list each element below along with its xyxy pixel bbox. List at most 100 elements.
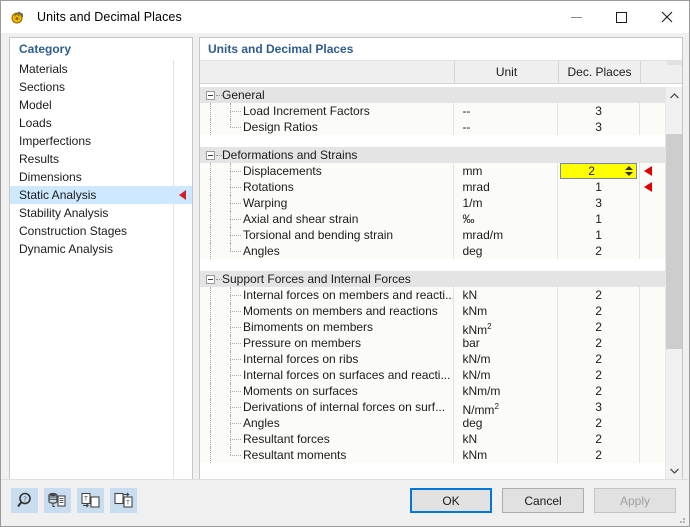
resize-grip[interactable] <box>676 514 686 524</box>
row-dec-places-cell[interactable]: 2 <box>558 287 640 303</box>
row-unit-cell[interactable]: -- <box>454 103 558 119</box>
scrollbar-thumb[interactable] <box>666 134 682 349</box>
column-header-unit[interactable]: Unit <box>455 61 559 83</box>
maximize-button[interactable] <box>599 1 644 33</box>
row-unit-cell[interactable]: kN <box>454 287 558 303</box>
row-unit-cell[interactable]: kNm/m <box>454 383 558 399</box>
dec-places-stepper[interactable]: 2 <box>560 163 637 179</box>
ok-button[interactable]: OK <box>410 488 492 513</box>
row-name-cell[interactable]: Derivations of internal forces on surf..… <box>200 399 454 415</box>
table-row[interactable]: Moments on surfaceskNm/m2 <box>200 383 666 399</box>
stepper-arrows-icon[interactable] <box>622 164 636 178</box>
import-units-icon[interactable]: T <box>77 488 104 513</box>
row-dec-places-cell[interactable]: 2 <box>558 447 640 463</box>
row-dec-places-cell[interactable]: 1 <box>558 227 640 243</box>
row-unit-cell[interactable]: mrad <box>454 179 558 195</box>
table-row[interactable]: Pressure on membersbar2 <box>200 335 666 351</box>
row-name-cell[interactable]: Internal forces on surfaces and reacti..… <box>200 367 454 383</box>
row-name-cell[interactable]: Axial and shear strain <box>200 211 454 227</box>
table-row[interactable]: Moments on members and reactionskNm2 <box>200 303 666 319</box>
sidebar-item-imperfections[interactable]: Imperfections <box>10 132 192 150</box>
row-dec-places-cell[interactable]: 2 <box>558 351 640 367</box>
row-dec-places-cell[interactable]: 2 <box>558 319 640 335</box>
sidebar-item-dimensions[interactable]: Dimensions <box>10 168 192 186</box>
group-row[interactable]: Support Forces and Internal Forces <box>200 271 666 287</box>
row-unit-cell[interactable]: bar <box>454 335 558 351</box>
row-dec-places-cell[interactable]: 1 <box>558 211 640 227</box>
sidebar-item-sections[interactable]: Sections <box>10 78 192 96</box>
close-icon[interactable] <box>644 1 689 33</box>
table-row[interactable]: Warping1/m3 <box>200 195 666 211</box>
row-dec-places-cell[interactable]: 3 <box>558 195 640 211</box>
scroll-down-arrow-icon[interactable] <box>666 462 682 479</box>
row-name-cell[interactable]: Bimoments on members <box>200 319 454 335</box>
row-name-cell[interactable]: Torsional and bending strain <box>200 227 454 243</box>
row-name-cell[interactable]: Pressure on members <box>200 335 454 351</box>
sidebar-item-materials[interactable]: Materials <box>10 60 192 78</box>
row-dec-places-cell[interactable]: 3 <box>558 399 640 415</box>
row-unit-cell[interactable]: N/mm2 <box>454 399 558 415</box>
row-dec-places-cell[interactable]: 2 <box>558 303 640 319</box>
row-dec-places-cell[interactable]: 2 <box>558 163 640 179</box>
sidebar-item-loads[interactable]: Loads <box>10 114 192 132</box>
row-dec-places-cell[interactable]: 2 <box>558 415 640 431</box>
row-unit-cell[interactable]: kNm2 <box>454 319 558 335</box>
table-row[interactable]: Resultant forceskN2 <box>200 431 666 447</box>
row-name-cell[interactable]: Warping <box>200 195 454 211</box>
row-name-cell[interactable]: Load Increment Factors <box>200 103 454 119</box>
cancel-button[interactable]: Cancel <box>502 488 584 513</box>
sidebar-item-construction-stages[interactable]: Construction Stages <box>10 222 192 240</box>
row-name-cell[interactable]: Moments on members and reactions <box>200 303 454 319</box>
table-row[interactable]: Anglesdeg2 <box>200 415 666 431</box>
row-dec-places-cell[interactable]: 2 <box>558 431 640 447</box>
row-unit-cell[interactable]: kNm <box>454 447 558 463</box>
minimize-button[interactable] <box>554 1 599 33</box>
column-header-marker[interactable] <box>641 61 667 83</box>
set-default-units-icon[interactable] <box>44 488 71 513</box>
row-name-cell[interactable]: Displacements <box>200 163 454 179</box>
row-dec-places-cell[interactable]: 3 <box>558 119 640 135</box>
row-name-cell[interactable]: Internal forces on ribs <box>200 351 454 367</box>
group-row[interactable]: General <box>200 87 666 103</box>
table-row[interactable]: Torsional and bending strainmrad/m1 <box>200 227 666 243</box>
apply-button[interactable]: Apply <box>594 488 676 513</box>
table-row[interactable]: Anglesdeg2 <box>200 243 666 259</box>
row-unit-cell[interactable]: kNm <box>454 303 558 319</box>
row-dec-places-cell[interactable]: 1 <box>558 179 640 195</box>
table-row[interactable]: Internal forces on ribskN/m2 <box>200 351 666 367</box>
table-row[interactable]: Load Increment Factors--3 <box>200 103 666 119</box>
row-name-cell[interactable]: Design Ratios <box>200 119 454 135</box>
row-dec-places-cell[interactable]: 2 <box>558 243 640 259</box>
column-header-dec-places[interactable]: Dec. Places <box>559 61 641 83</box>
sidebar-item-dynamic-analysis[interactable]: Dynamic Analysis <box>10 240 192 258</box>
sidebar-item-stability-analysis[interactable]: Stability Analysis <box>10 204 192 222</box>
row-unit-cell[interactable]: mm <box>454 163 558 179</box>
table-row[interactable]: Derivations of internal forces on surf..… <box>200 399 666 415</box>
row-name-cell[interactable]: Resultant forces <box>200 431 454 447</box>
row-dec-places-cell[interactable]: 2 <box>558 383 640 399</box>
row-unit-cell[interactable]: kN/m <box>454 367 558 383</box>
collapse-minus-icon[interactable] <box>206 151 215 160</box>
table-row[interactable]: Internal forces on surfaces and reacti..… <box>200 367 666 383</box>
row-unit-cell[interactable]: mrad/m <box>454 227 558 243</box>
row-name-cell[interactable]: Moments on surfaces <box>200 383 454 399</box>
sidebar-item-model[interactable]: Model <box>10 96 192 114</box>
row-name-cell[interactable]: Internal forces on members and reacti... <box>200 287 454 303</box>
row-unit-cell[interactable]: kN <box>454 431 558 447</box>
row-dec-places-cell[interactable]: 2 <box>558 335 640 351</box>
row-name-cell[interactable]: Angles <box>200 415 454 431</box>
vertical-scrollbar[interactable] <box>665 87 682 479</box>
row-unit-cell[interactable]: kN/m <box>454 351 558 367</box>
scroll-up-arrow-icon[interactable] <box>666 87 682 104</box>
table-row[interactable]: Displacementsmm2 <box>200 163 666 179</box>
row-name-cell[interactable]: Resultant moments <box>200 447 454 463</box>
sidebar-item-static-analysis[interactable]: Static Analysis <box>10 186 192 204</box>
row-unit-cell[interactable]: 1/m <box>454 195 558 211</box>
table-row[interactable]: Axial and shear strain‰1 <box>200 211 666 227</box>
row-name-cell[interactable]: Rotations <box>200 179 454 195</box>
collapse-minus-icon[interactable] <box>206 275 215 284</box>
table-row[interactable]: Design Ratios--3 <box>200 119 666 135</box>
row-dec-places-cell[interactable]: 2 <box>558 367 640 383</box>
sidebar-item-results[interactable]: Results <box>10 150 192 168</box>
row-dec-places-cell[interactable]: 3 <box>558 103 640 119</box>
